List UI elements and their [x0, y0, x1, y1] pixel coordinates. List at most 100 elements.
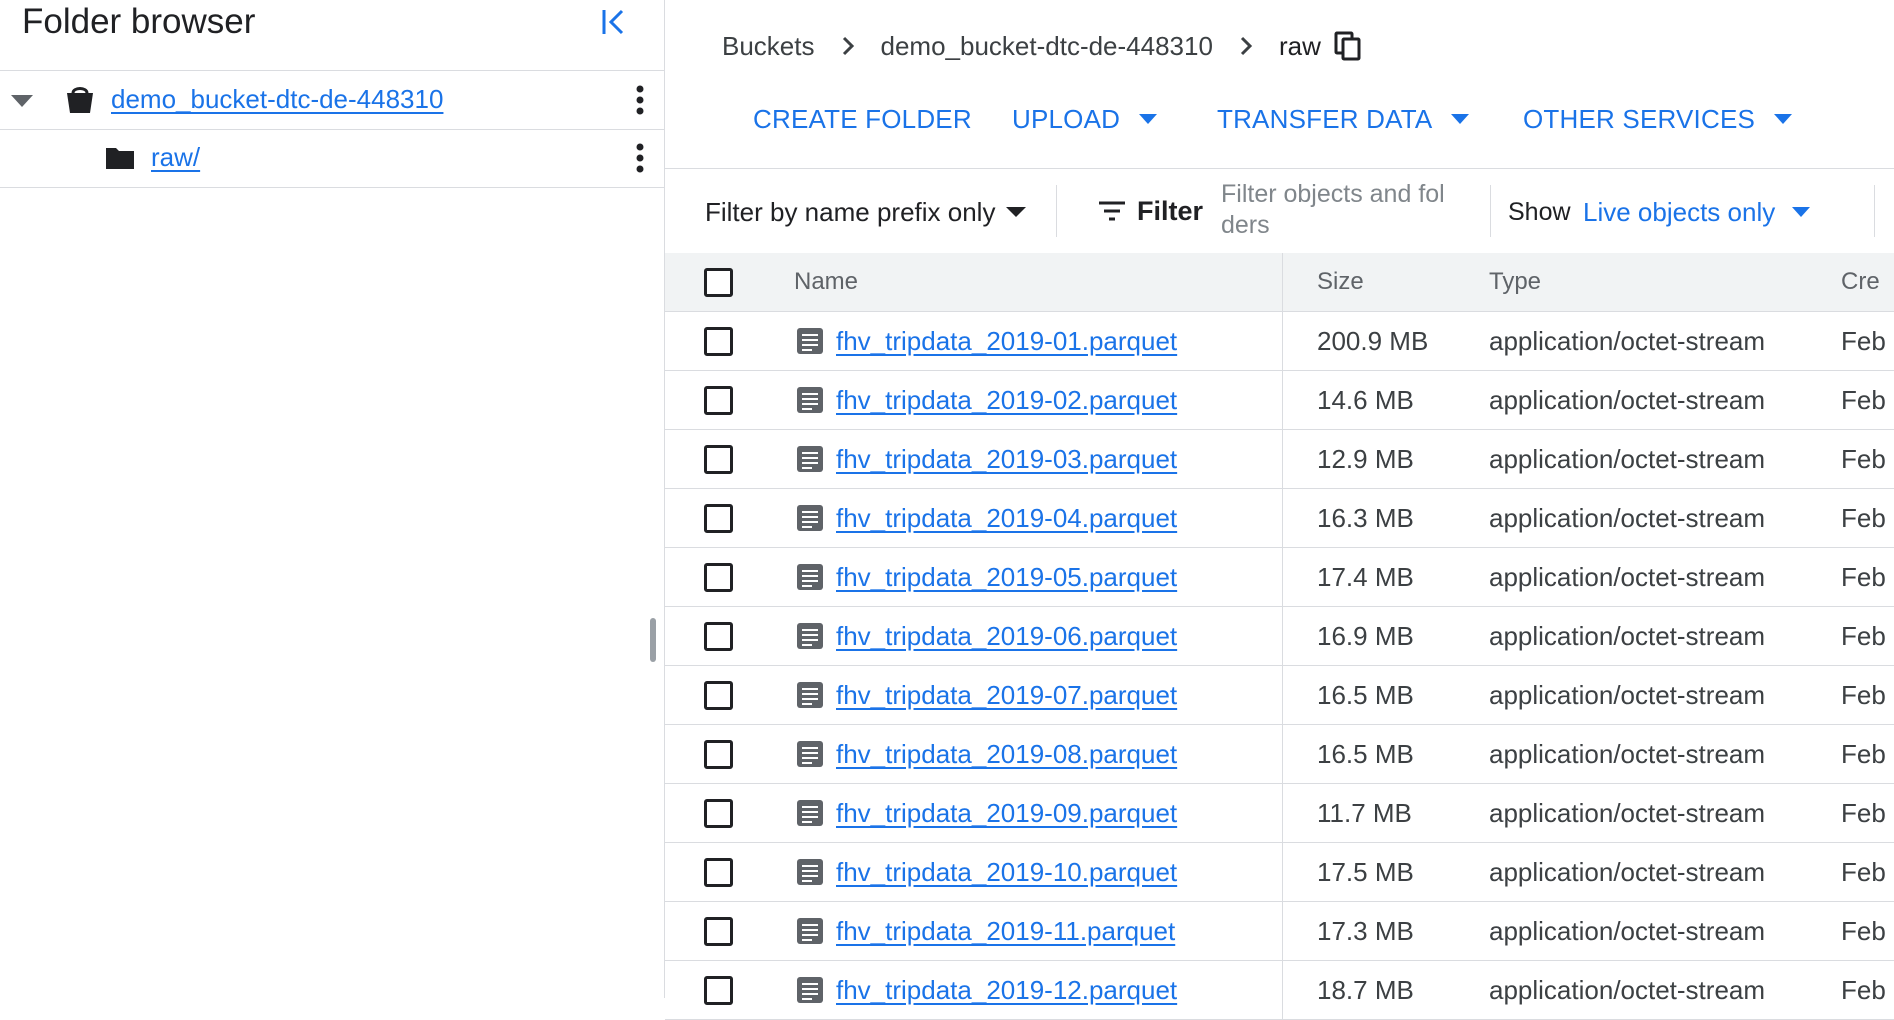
other-services-label: OTHER SERVICES [1523, 103, 1756, 134]
name-cell: fhv_tripdata_2019-12.parquet [794, 961, 1200, 1019]
row-checkbox[interactable] [704, 916, 733, 946]
breadcrumb-buckets[interactable]: Buckets [722, 31, 815, 62]
collapse-panel-button[interactable] [594, 6, 632, 38]
column-divider [1282, 784, 1283, 842]
row-checkbox-cell [704, 489, 764, 547]
file-name-link[interactable]: fhv_tripdata_2019-06.parquet [836, 621, 1177, 652]
bucket-link[interactable]: demo_bucket-dtc-de-448310 [111, 84, 443, 114]
other-services-button[interactable]: OTHER SERVICES [1523, 98, 1795, 140]
tree-item-bucket[interactable]: demo_bucket-dtc-de-448310 [0, 71, 664, 130]
file-name-link[interactable]: fhv_tripdata_2019-02.parquet [836, 385, 1177, 416]
upload-label: UPLOAD [1012, 103, 1121, 134]
created-cell: Feb [1841, 502, 1886, 533]
column-header-size[interactable]: Size [1317, 253, 1487, 311]
created-cell: Feb [1841, 561, 1886, 592]
tree-item-raw-folder[interactable]: raw/ [0, 129, 664, 188]
expand-toggle[interactable] [8, 87, 36, 115]
row-checkbox[interactable] [704, 798, 733, 828]
create-folder-button[interactable]: CREATE FOLDER [753, 98, 972, 140]
type-cell: application/octet-stream [1489, 620, 1766, 651]
transfer-data-button[interactable]: TRANSFER DATA [1217, 98, 1472, 140]
file-icon [797, 505, 823, 531]
row-checkbox[interactable] [704, 444, 733, 474]
file-name-link[interactable]: fhv_tripdata_2019-01.parquet [836, 326, 1177, 357]
row-checkbox-cell [704, 548, 764, 606]
row-checkbox[interactable] [704, 680, 733, 710]
file-name-link[interactable]: fhv_tripdata_2019-05.parquet [836, 562, 1177, 593]
size-cell: 17.5 MB [1317, 856, 1414, 887]
size-cell: 14.6 MB [1317, 384, 1414, 415]
column-divider [1282, 548, 1283, 606]
column-header-type[interactable]: Type [1489, 253, 1819, 311]
row-checkbox-cell [704, 961, 764, 1019]
size-cell: 16.9 MB [1317, 620, 1414, 651]
row-checkbox[interactable] [704, 326, 733, 356]
column-divider [1282, 312, 1283, 370]
folder-more-button[interactable] [628, 141, 652, 175]
bucket-more-button[interactable] [628, 83, 652, 117]
file-name-link[interactable]: fhv_tripdata_2019-08.parquet [836, 739, 1177, 770]
filter-mode-dropdown[interactable]: Filter by name prefix only [705, 195, 1029, 229]
more-vert-icon [636, 143, 644, 173]
column-divider [1282, 902, 1283, 960]
column-divider [1282, 666, 1283, 724]
file-icon [797, 859, 823, 885]
collapse-panel-icon [602, 9, 624, 35]
row-checkbox-cell [704, 784, 764, 842]
type-cell: application/octet-stream [1489, 856, 1766, 887]
breadcrumb-bucket[interactable]: demo_bucket-dtc-de-448310 [881, 31, 1213, 62]
more-vert-icon [636, 85, 644, 115]
file-name-link[interactable]: fhv_tripdata_2019-03.parquet [836, 444, 1177, 475]
select-all-checkbox[interactable] [704, 267, 733, 297]
copy-icon[interactable] [1333, 31, 1363, 61]
column-header-name[interactable]: Name [794, 253, 1200, 311]
toolbar-divider [1056, 185, 1057, 237]
name-cell: fhv_tripdata_2019-04.parquet [794, 489, 1200, 547]
row-checkbox-cell [704, 843, 764, 901]
row-checkbox[interactable] [704, 621, 733, 651]
column-header-created[interactable]: Cre [1841, 253, 1894, 311]
file-name-link[interactable]: fhv_tripdata_2019-04.parquet [836, 503, 1177, 534]
name-cell: fhv_tripdata_2019-06.parquet [794, 607, 1200, 665]
file-icon [797, 387, 823, 413]
table-row: fhv_tripdata_2019-09.parquet 11.7 MB app… [665, 784, 1894, 843]
table-row: fhv_tripdata_2019-04.parquet 16.3 MB app… [665, 489, 1894, 548]
type-cell: application/octet-stream [1489, 443, 1766, 474]
size-cell: 17.4 MB [1317, 561, 1414, 592]
show-objects-dropdown[interactable]: Live objects only [1583, 195, 1813, 229]
row-checkbox-cell [704, 725, 764, 783]
panel-resize-handle[interactable] [650, 618, 656, 662]
row-checkbox[interactable] [704, 975, 733, 1005]
folder-icon [106, 148, 134, 169]
file-name-link[interactable]: fhv_tripdata_2019-10.parquet [836, 857, 1177, 888]
name-cell: fhv_tripdata_2019-07.parquet [794, 666, 1200, 724]
created-cell: Feb [1841, 325, 1886, 356]
file-icon [797, 918, 823, 944]
arrow-drop-down-icon [1792, 207, 1811, 217]
file-icon [797, 800, 823, 826]
chevron-right-icon [842, 36, 854, 56]
file-name-link[interactable]: fhv_tripdata_2019-12.parquet [836, 975, 1177, 1006]
file-name-link[interactable]: fhv_tripdata_2019-09.parquet [836, 798, 1177, 829]
file-name-link[interactable]: fhv_tripdata_2019-07.parquet [836, 680, 1177, 711]
upload-button[interactable]: UPLOAD [1012, 98, 1160, 140]
raw-folder-link[interactable]: raw/ [151, 142, 200, 172]
row-checkbox[interactable] [704, 562, 733, 592]
column-divider [1282, 607, 1283, 665]
folder-browser-title: Folder browser [22, 2, 256, 41]
row-checkbox-cell [704, 607, 764, 665]
row-checkbox[interactable] [704, 739, 733, 769]
row-checkbox[interactable] [704, 385, 733, 415]
column-divider [1282, 430, 1283, 488]
row-checkbox-cell [704, 902, 764, 960]
row-checkbox[interactable] [704, 857, 733, 887]
filter-toolbar: Filter by name prefix only Filter Show L… [665, 168, 1894, 254]
table-row: fhv_tripdata_2019-10.parquet 17.5 MB app… [665, 843, 1894, 902]
size-cell: 16.5 MB [1317, 738, 1414, 769]
filter-button[interactable]: Filter [1097, 193, 1203, 229]
row-checkbox[interactable] [704, 503, 733, 533]
filter-input[interactable] [1221, 179, 1471, 243]
file-icon [797, 564, 823, 590]
file-name-link[interactable]: fhv_tripdata_2019-11.parquet [836, 916, 1175, 947]
row-checkbox-cell [704, 666, 764, 724]
